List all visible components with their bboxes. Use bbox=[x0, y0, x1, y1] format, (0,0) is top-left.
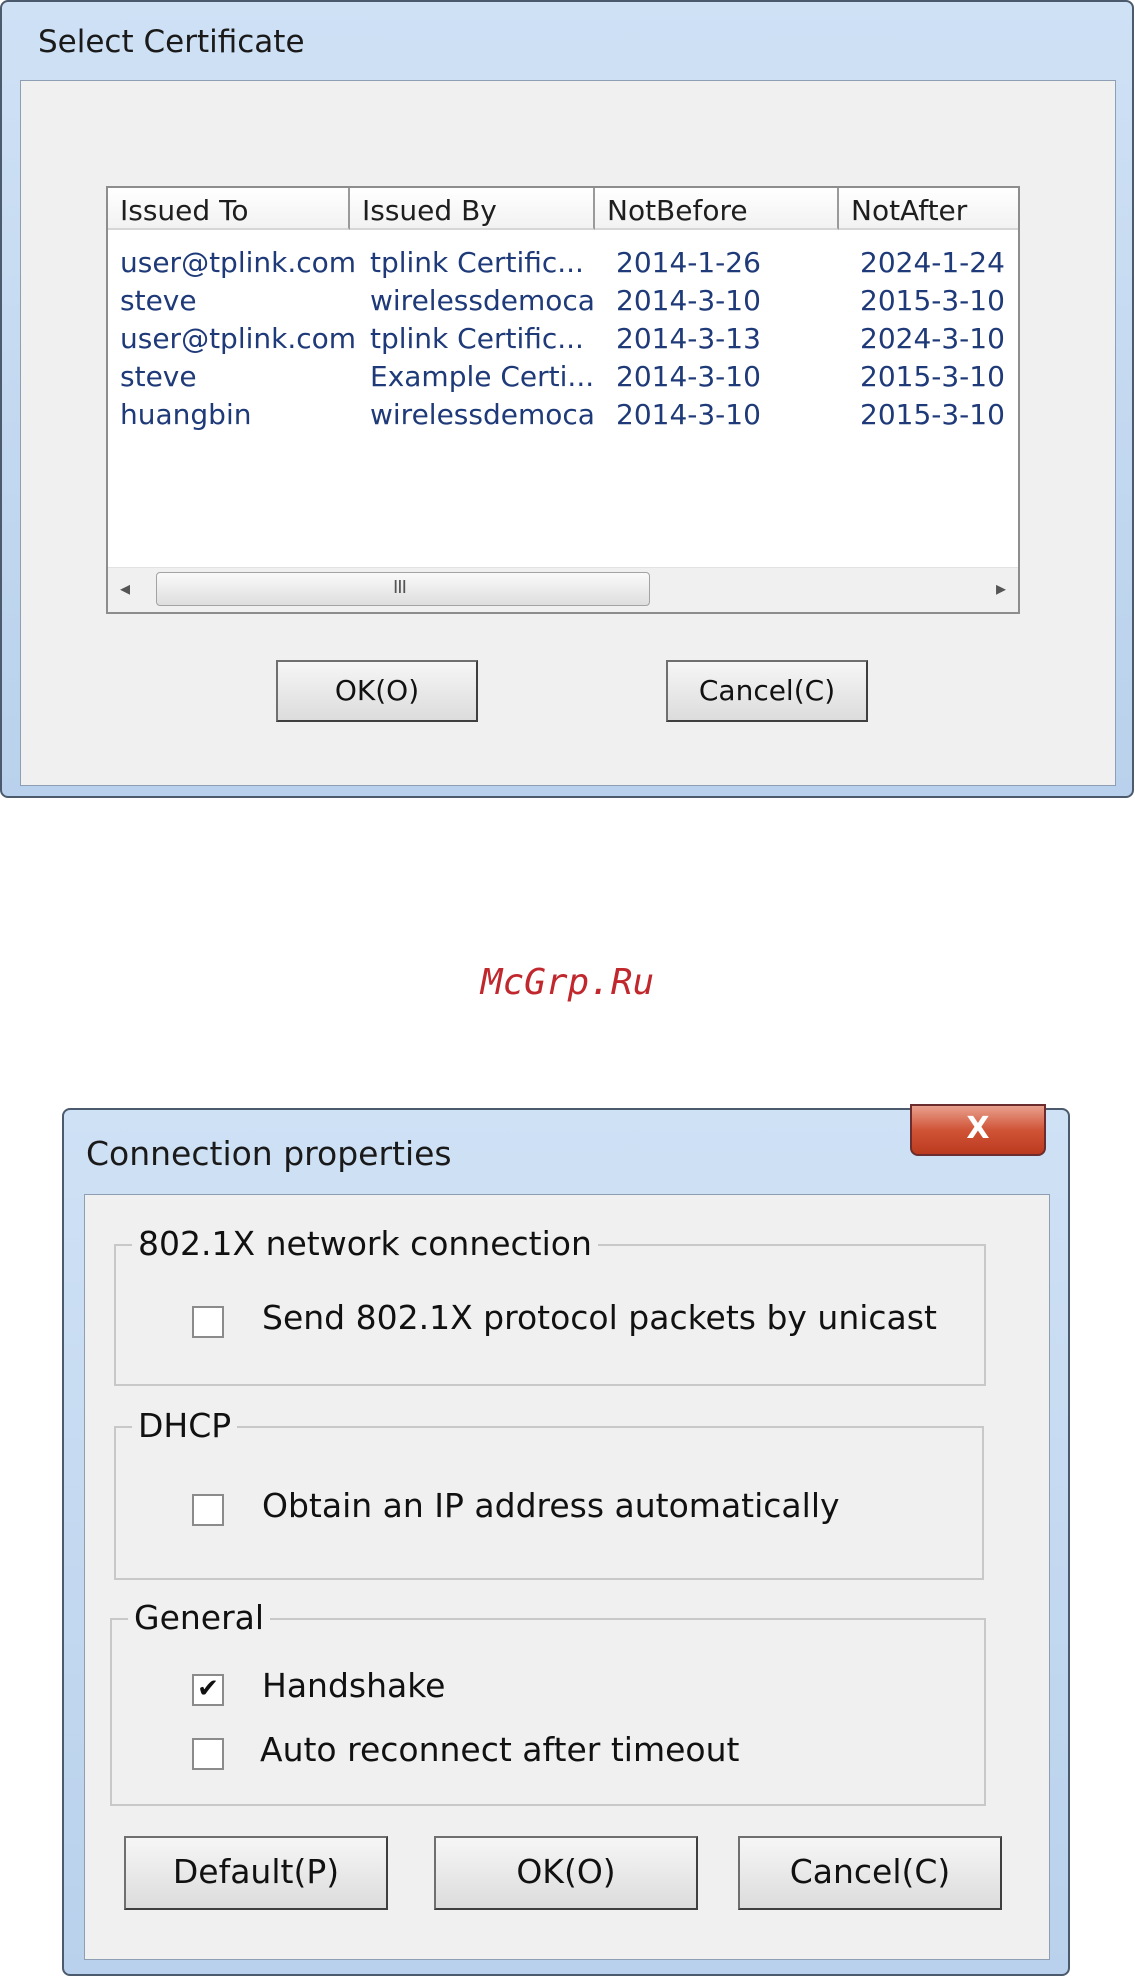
cell-issued-to: user@tplink.com bbox=[120, 322, 357, 355]
cell-issued-to: user@tplink.com bbox=[120, 246, 357, 279]
cell-issued-by: wirelessdemoca bbox=[370, 398, 595, 431]
default-button[interactable]: Default(P) bbox=[124, 1836, 388, 1910]
table-row[interactable]: steve Example Certi... 2014-3-10 2015-3-… bbox=[108, 360, 1018, 398]
cell-issued-to: steve bbox=[120, 360, 197, 393]
cell-not-before: 2014-3-13 bbox=[616, 322, 761, 355]
group-8021x-network-connection: 802.1X network connection Send 802.1X pr… bbox=[114, 1224, 986, 1386]
table-row[interactable]: user@tplink.com tplink Certific... 2014-… bbox=[108, 246, 1018, 284]
ok-button[interactable]: OK(O) bbox=[276, 660, 478, 722]
list-rows: user@tplink.com tplink Certific... 2014-… bbox=[108, 246, 1018, 436]
cell-issued-by: tplink Certific... bbox=[370, 246, 584, 279]
option-label: Handshake bbox=[262, 1666, 446, 1705]
cell-not-before: 2014-3-10 bbox=[616, 360, 761, 393]
checkbox[interactable] bbox=[192, 1494, 224, 1526]
cell-issued-to: steve bbox=[120, 284, 197, 317]
cell-not-after: 2015-3-10 bbox=[860, 360, 1005, 393]
close-icon: X bbox=[966, 1111, 990, 1146]
cell-not-after: 2015-3-10 bbox=[860, 284, 1005, 317]
column-header-not-before[interactable]: NotBefore bbox=[595, 188, 839, 230]
cell-issued-by: Example Certi... bbox=[370, 360, 595, 393]
cell-not-before: 2014-3-10 bbox=[616, 284, 761, 317]
cell-not-before: 2014-1-26 bbox=[616, 246, 761, 279]
horizontal-scrollbar[interactable]: ◂ III ▸ bbox=[108, 567, 1018, 612]
option-label: Auto reconnect after timeout bbox=[260, 1730, 740, 1769]
scrollbar-thumb[interactable]: III bbox=[156, 572, 650, 606]
checkmark-icon: ✔ bbox=[197, 1674, 219, 1704]
table-row[interactable]: steve wirelessdemoca 2014-3-10 2015-3-10 bbox=[108, 284, 1018, 322]
certificate-list[interactable]: Issued To Issued By NotBefore NotAfter u… bbox=[106, 186, 1020, 614]
window-title: Select Certificate bbox=[38, 24, 305, 60]
table-row[interactable]: user@tplink.com tplink Certific... 2014-… bbox=[108, 322, 1018, 360]
scroll-right-icon[interactable]: ▸ bbox=[996, 576, 1006, 600]
cell-not-after: 2015-3-10 bbox=[860, 398, 1005, 431]
cell-not-before: 2014-3-10 bbox=[616, 398, 761, 431]
group-title: General bbox=[128, 1598, 271, 1638]
list-header: Issued To Issued By NotBefore NotAfter bbox=[108, 188, 1018, 232]
ok-button[interactable]: OK(O) bbox=[434, 1836, 698, 1910]
group-dhcp: DHCP Obtain an IP address automatically bbox=[114, 1406, 984, 1580]
checkbox[interactable]: ✔ bbox=[192, 1674, 224, 1706]
cell-issued-to: huangbin bbox=[120, 398, 252, 431]
group-title: DHCP bbox=[132, 1406, 238, 1446]
cancel-button[interactable]: Cancel(C) bbox=[738, 1836, 1002, 1910]
cell-not-after: 2024-1-24 bbox=[860, 246, 1005, 279]
grip-icon: III bbox=[393, 577, 407, 598]
window-title: Connection properties bbox=[86, 1134, 452, 1173]
group-general: General ✔ Handshake Auto reconnect after… bbox=[110, 1598, 986, 1806]
close-button[interactable]: X bbox=[910, 1104, 1046, 1156]
cell-not-after: 2024-3-10 bbox=[860, 322, 1005, 355]
table-row[interactable]: huangbin wirelessdemoca 2014-3-10 2015-3… bbox=[108, 398, 1018, 436]
cell-issued-by: wirelessdemoca bbox=[370, 284, 595, 317]
scroll-left-icon[interactable]: ◂ bbox=[120, 576, 130, 600]
option-label: Send 802.1X protocol packets by unicast bbox=[262, 1298, 937, 1337]
checkbox[interactable] bbox=[192, 1306, 224, 1338]
cell-issued-by: tplink Certific... bbox=[370, 322, 584, 355]
group-title: 802.1X network connection bbox=[132, 1224, 598, 1264]
column-header-issued-to[interactable]: Issued To bbox=[108, 188, 350, 230]
column-header-not-after[interactable]: NotAfter bbox=[839, 188, 1018, 230]
cancel-button[interactable]: Cancel(C) bbox=[666, 660, 868, 722]
checkbox[interactable] bbox=[192, 1738, 224, 1770]
column-header-issued-by[interactable]: Issued By bbox=[350, 188, 595, 230]
option-label: Obtain an IP address automatically bbox=[262, 1486, 840, 1525]
watermark: McGrp.Ru bbox=[480, 962, 655, 1003]
